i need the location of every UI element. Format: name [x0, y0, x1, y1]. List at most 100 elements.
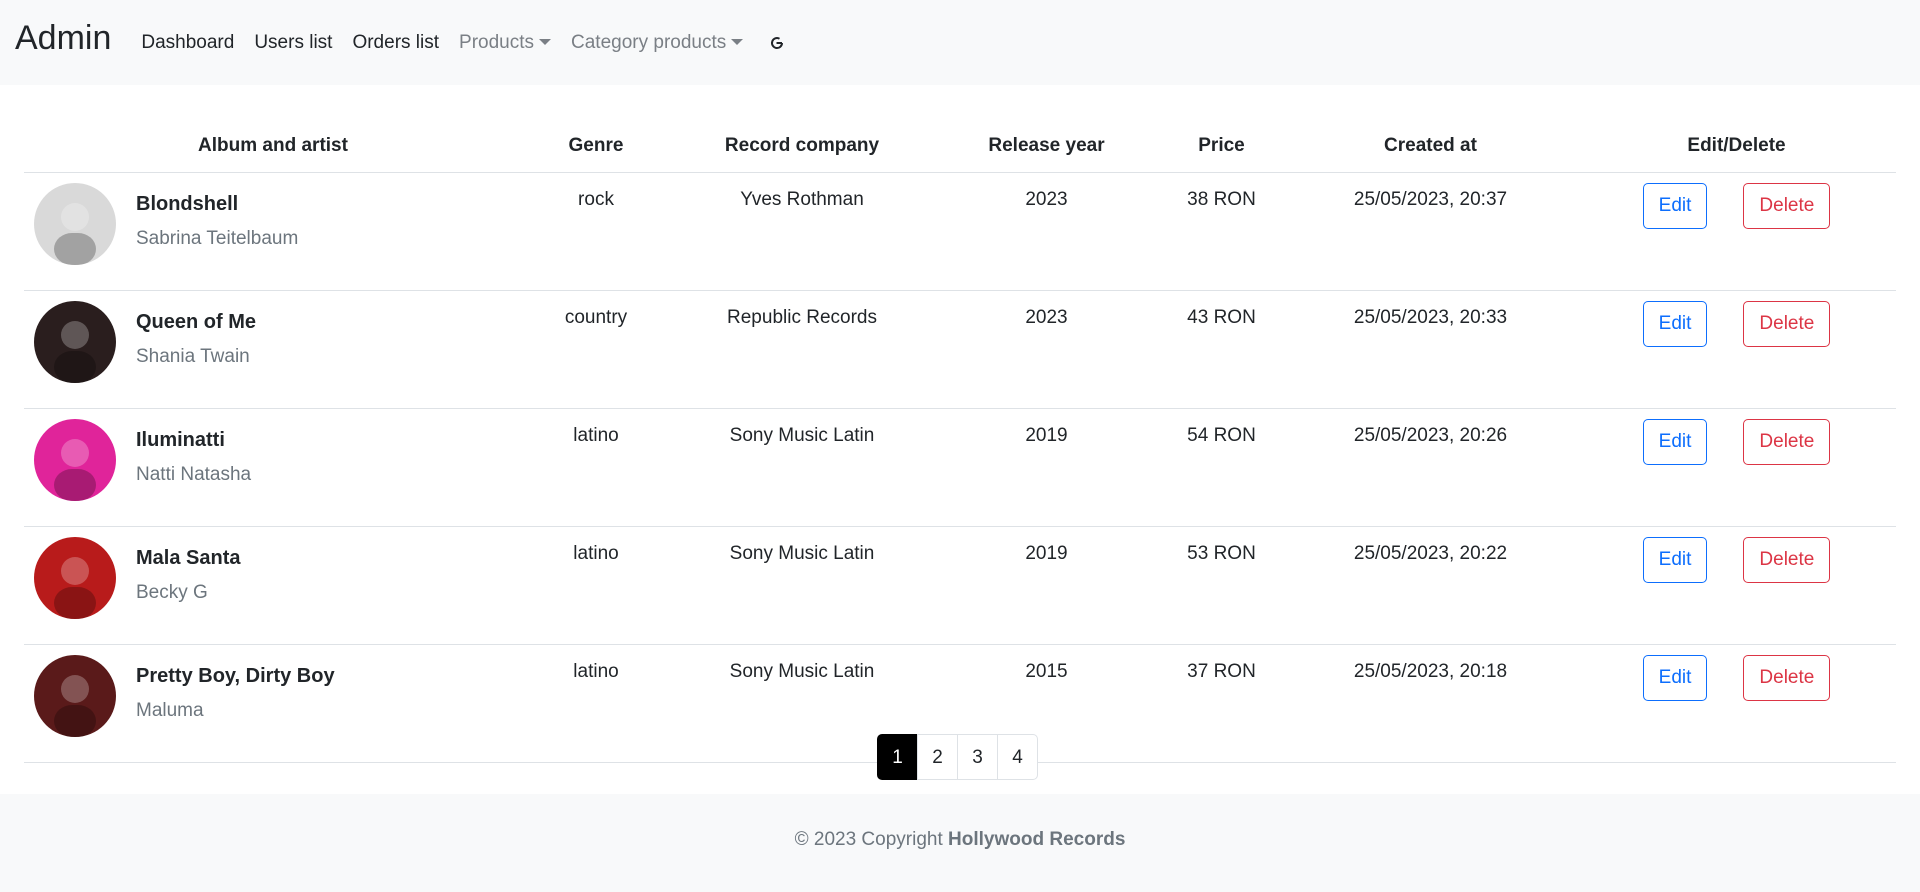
genre-cell: latino — [522, 408, 670, 527]
table-row: Blondshell Sabrina Teitelbaum rock Yves … — [24, 172, 1896, 291]
album-title: Iluminatti — [136, 429, 225, 451]
caret-down-icon — [731, 38, 744, 45]
table-row: Queen of Me Shania Twain country Republi… — [24, 290, 1896, 409]
artist-name: Shania Twain — [136, 346, 250, 367]
table-row: Mala Santa Becky G latino Sony Music Lat… — [24, 526, 1896, 645]
album-cover-image — [34, 537, 116, 619]
actions-cell: Edit Delete — [1577, 644, 1896, 763]
album-cover — [34, 419, 116, 501]
nav-users-list[interactable]: Users list — [254, 32, 332, 54]
table-header-row: Album and artist Genre Record company Re… — [24, 120, 1896, 173]
caret-down-icon — [539, 38, 552, 45]
genre-cell: latino — [522, 526, 670, 645]
page-link-2[interactable]: 2 — [917, 734, 958, 780]
price-cell: 43 RON — [1159, 290, 1284, 409]
page-link-3[interactable]: 3 — [957, 734, 998, 780]
album-cover — [34, 655, 116, 737]
nav-category-products-label: Category products — [571, 31, 727, 53]
album-text: Queen of Me Shania Twain — [136, 301, 256, 368]
record-company-cell: Sony Music Latin — [670, 408, 934, 527]
album-text: Mala Santa Becky G — [136, 537, 240, 604]
products-table-container: Album and artist Genre Record company Re… — [24, 120, 1896, 763]
album-artist-cell: Iluminatti Natti Natasha — [24, 408, 522, 527]
actions-cell: Edit Delete — [1577, 408, 1896, 527]
album-text: Iluminatti Natti Natasha — [136, 419, 251, 486]
price-cell: 37 RON — [1159, 644, 1284, 763]
album-title: Queen of Me — [136, 311, 257, 333]
album-artist-cell: Pretty Boy, Dirty Boy Maluma — [24, 644, 522, 763]
record-company-cell: Yves Rothman — [670, 172, 934, 291]
header-record-company: Record company — [670, 120, 934, 173]
album-title: Blondshell — [136, 193, 239, 215]
edit-button[interactable]: Edit — [1642, 301, 1708, 347]
header-price: Price — [1159, 120, 1284, 173]
album-block: Blondshell Sabrina Teitelbaum — [24, 173, 522, 265]
album-title: Mala Santa — [136, 547, 241, 569]
footer: © 2023 Copyright Hollywood Records — [0, 794, 1920, 892]
header-release-year: Release year — [934, 120, 1159, 173]
album-cover — [34, 301, 116, 383]
genre-cell: latino — [522, 644, 670, 763]
delete-button[interactable]: Delete — [1743, 655, 1831, 701]
artist-name: Maluma — [136, 700, 204, 721]
record-company-cell: Sony Music Latin — [670, 526, 934, 645]
release-year-cell: 2023 — [934, 290, 1159, 409]
edit-button[interactable]: Edit — [1642, 537, 1708, 583]
artist-name: Sabrina Teitelbaum — [136, 228, 299, 249]
album-artist-cell: Queen of Me Shania Twain — [24, 290, 522, 409]
header-album-artist: Album and artist — [24, 120, 522, 173]
nav-category-products-dropdown[interactable]: Category products — [571, 31, 744, 54]
album-block: Pretty Boy, Dirty Boy Maluma — [24, 645, 522, 737]
album-cover-image — [34, 301, 116, 383]
header-edit-delete: Edit/Delete — [1577, 120, 1896, 173]
album-cover — [34, 537, 116, 619]
delete-button[interactable]: Delete — [1743, 537, 1831, 583]
album-text: Pretty Boy, Dirty Boy Maluma — [136, 655, 335, 722]
header-genre: Genre — [522, 120, 670, 173]
nav-dashboard[interactable]: Dashboard — [141, 32, 234, 54]
actions-cell: Edit Delete — [1577, 526, 1896, 645]
delete-button[interactable]: Delete — [1743, 419, 1831, 465]
edit-button[interactable]: Edit — [1642, 183, 1708, 229]
price-cell: 54 RON — [1159, 408, 1284, 527]
genre-cell: country — [522, 290, 670, 409]
genre-cell: rock — [522, 172, 670, 291]
actions-cell: Edit Delete — [1577, 290, 1896, 409]
products-table: Album and artist Genre Record company Re… — [24, 120, 1896, 763]
album-cover — [34, 183, 116, 265]
created-at-cell: 25/05/2023, 20:33 — [1284, 290, 1577, 409]
album-block: Mala Santa Becky G — [24, 527, 522, 619]
release-year-cell: 2023 — [934, 172, 1159, 291]
artist-name: Becky G — [136, 582, 208, 603]
page-link-4[interactable]: 4 — [997, 734, 1038, 780]
album-cover-image — [34, 655, 116, 737]
nav-products-dropdown[interactable]: Products — [459, 32, 552, 54]
artist-name: Natti Natasha — [136, 464, 252, 485]
navbar: Admin Dashboard Users list Orders list P… — [0, 0, 1920, 85]
created-at-cell: 25/05/2023, 20:37 — [1284, 172, 1577, 291]
album-block: Iluminatti Natti Natasha — [24, 409, 522, 501]
footer-company: Hollywood Records — [948, 829, 1126, 850]
edit-button[interactable]: Edit — [1642, 419, 1708, 465]
album-artist-cell: Mala Santa Becky G — [24, 526, 522, 645]
delete-button[interactable]: Delete — [1743, 301, 1831, 347]
edit-button[interactable]: Edit — [1642, 655, 1708, 701]
brand-title[interactable]: Admin — [15, 19, 111, 58]
album-cover-image — [34, 183, 116, 265]
album-title: Pretty Boy, Dirty Boy — [136, 665, 335, 687]
created-at-cell: 25/05/2023, 20:22 — [1284, 526, 1577, 645]
nav-orders-list[interactable]: Orders list — [352, 32, 439, 54]
delete-button[interactable]: Delete — [1743, 183, 1831, 229]
header-created-at: Created at — [1284, 120, 1577, 173]
release-year-cell: 2019 — [934, 408, 1159, 527]
album-text: Blondshell Sabrina Teitelbaum — [136, 183, 298, 250]
created-at-cell: 25/05/2023, 20:26 — [1284, 408, 1577, 527]
refresh-icon[interactable] — [767, 33, 787, 53]
album-cover-image — [34, 419, 116, 501]
created-at-cell: 25/05/2023, 20:18 — [1284, 644, 1577, 763]
price-cell: 38 RON — [1159, 172, 1284, 291]
page-link-1[interactable]: 1 — [877, 734, 918, 780]
release-year-cell: 2019 — [934, 526, 1159, 645]
pagination: 1 2 3 4 — [877, 734, 1038, 780]
album-artist-cell: Blondshell Sabrina Teitelbaum — [24, 172, 522, 291]
